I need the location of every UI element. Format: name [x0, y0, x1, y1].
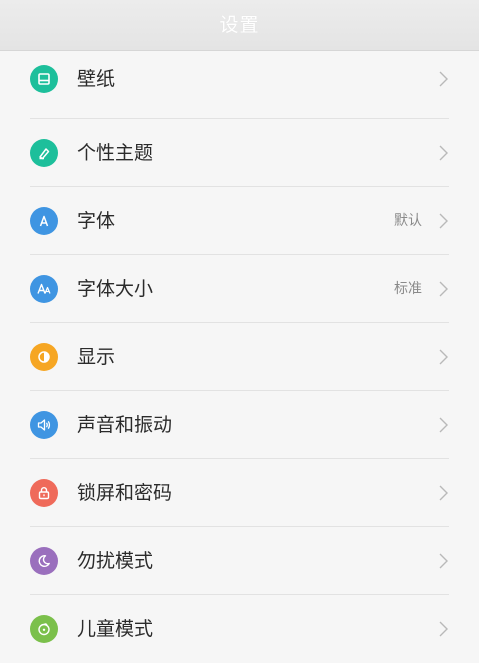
settings-item-label: 壁纸: [77, 68, 116, 90]
settings-item-label: 锁屏和密码: [77, 482, 173, 504]
settings-item-display[interactable]: 显示: [0, 323, 479, 391]
settings-item-wallpaper[interactable]: 壁纸: [0, 51, 479, 119]
settings-item-font-size[interactable]: 字体大小 标准: [0, 255, 479, 323]
settings-item-lock[interactable]: 锁屏和密码: [0, 459, 479, 527]
settings-item-value: 标准: [394, 281, 422, 297]
kids-face-icon: [30, 615, 58, 643]
settings-item-label: 儿童模式: [77, 618, 154, 640]
font-size-icon: [30, 275, 58, 303]
page-title: 设置: [219, 14, 260, 36]
settings-item-label: 显示: [77, 346, 116, 368]
settings-item-font[interactable]: 字体 默认: [0, 187, 479, 255]
chevron-right-icon: [437, 552, 449, 570]
settings-item-do-not-disturb[interactable]: 勿扰模式: [0, 527, 479, 595]
lock-icon: [30, 479, 58, 507]
settings-item-label: 字体大小: [77, 278, 154, 300]
moon-icon: [30, 547, 58, 575]
settings-item-theme[interactable]: 个性主题: [0, 119, 479, 187]
settings-item-value: 默认: [394, 213, 422, 229]
chevron-right-icon: [437, 280, 449, 298]
settings-item-kids-mode[interactable]: 儿童模式: [0, 595, 479, 663]
settings-item-label: 个性主题: [77, 142, 154, 164]
chevron-right-icon: [437, 620, 449, 638]
settings-item-sound[interactable]: 声音和振动: [0, 391, 479, 459]
speaker-icon: [30, 411, 58, 439]
settings-list: 壁纸 个性主题 字体 默认 字体大小 标准 显示 声音和振动 锁屏和密码 勿扰模…: [0, 51, 479, 663]
settings-item-label: 字体: [77, 210, 116, 232]
chevron-right-icon: [437, 70, 449, 88]
chevron-right-icon: [437, 484, 449, 502]
chevron-right-icon: [437, 144, 449, 162]
title-bar: 设置: [0, 0, 479, 51]
theme-brush-icon: [30, 139, 58, 167]
chevron-right-icon: [437, 348, 449, 366]
display-brightness-icon: [30, 343, 58, 371]
wallpaper-icon: [30, 65, 58, 93]
chevron-right-icon: [437, 416, 449, 434]
settings-item-label: 声音和振动: [77, 414, 173, 436]
settings-item-label: 勿扰模式: [77, 550, 154, 572]
font-icon: [30, 207, 58, 235]
chevron-right-icon: [437, 212, 449, 230]
